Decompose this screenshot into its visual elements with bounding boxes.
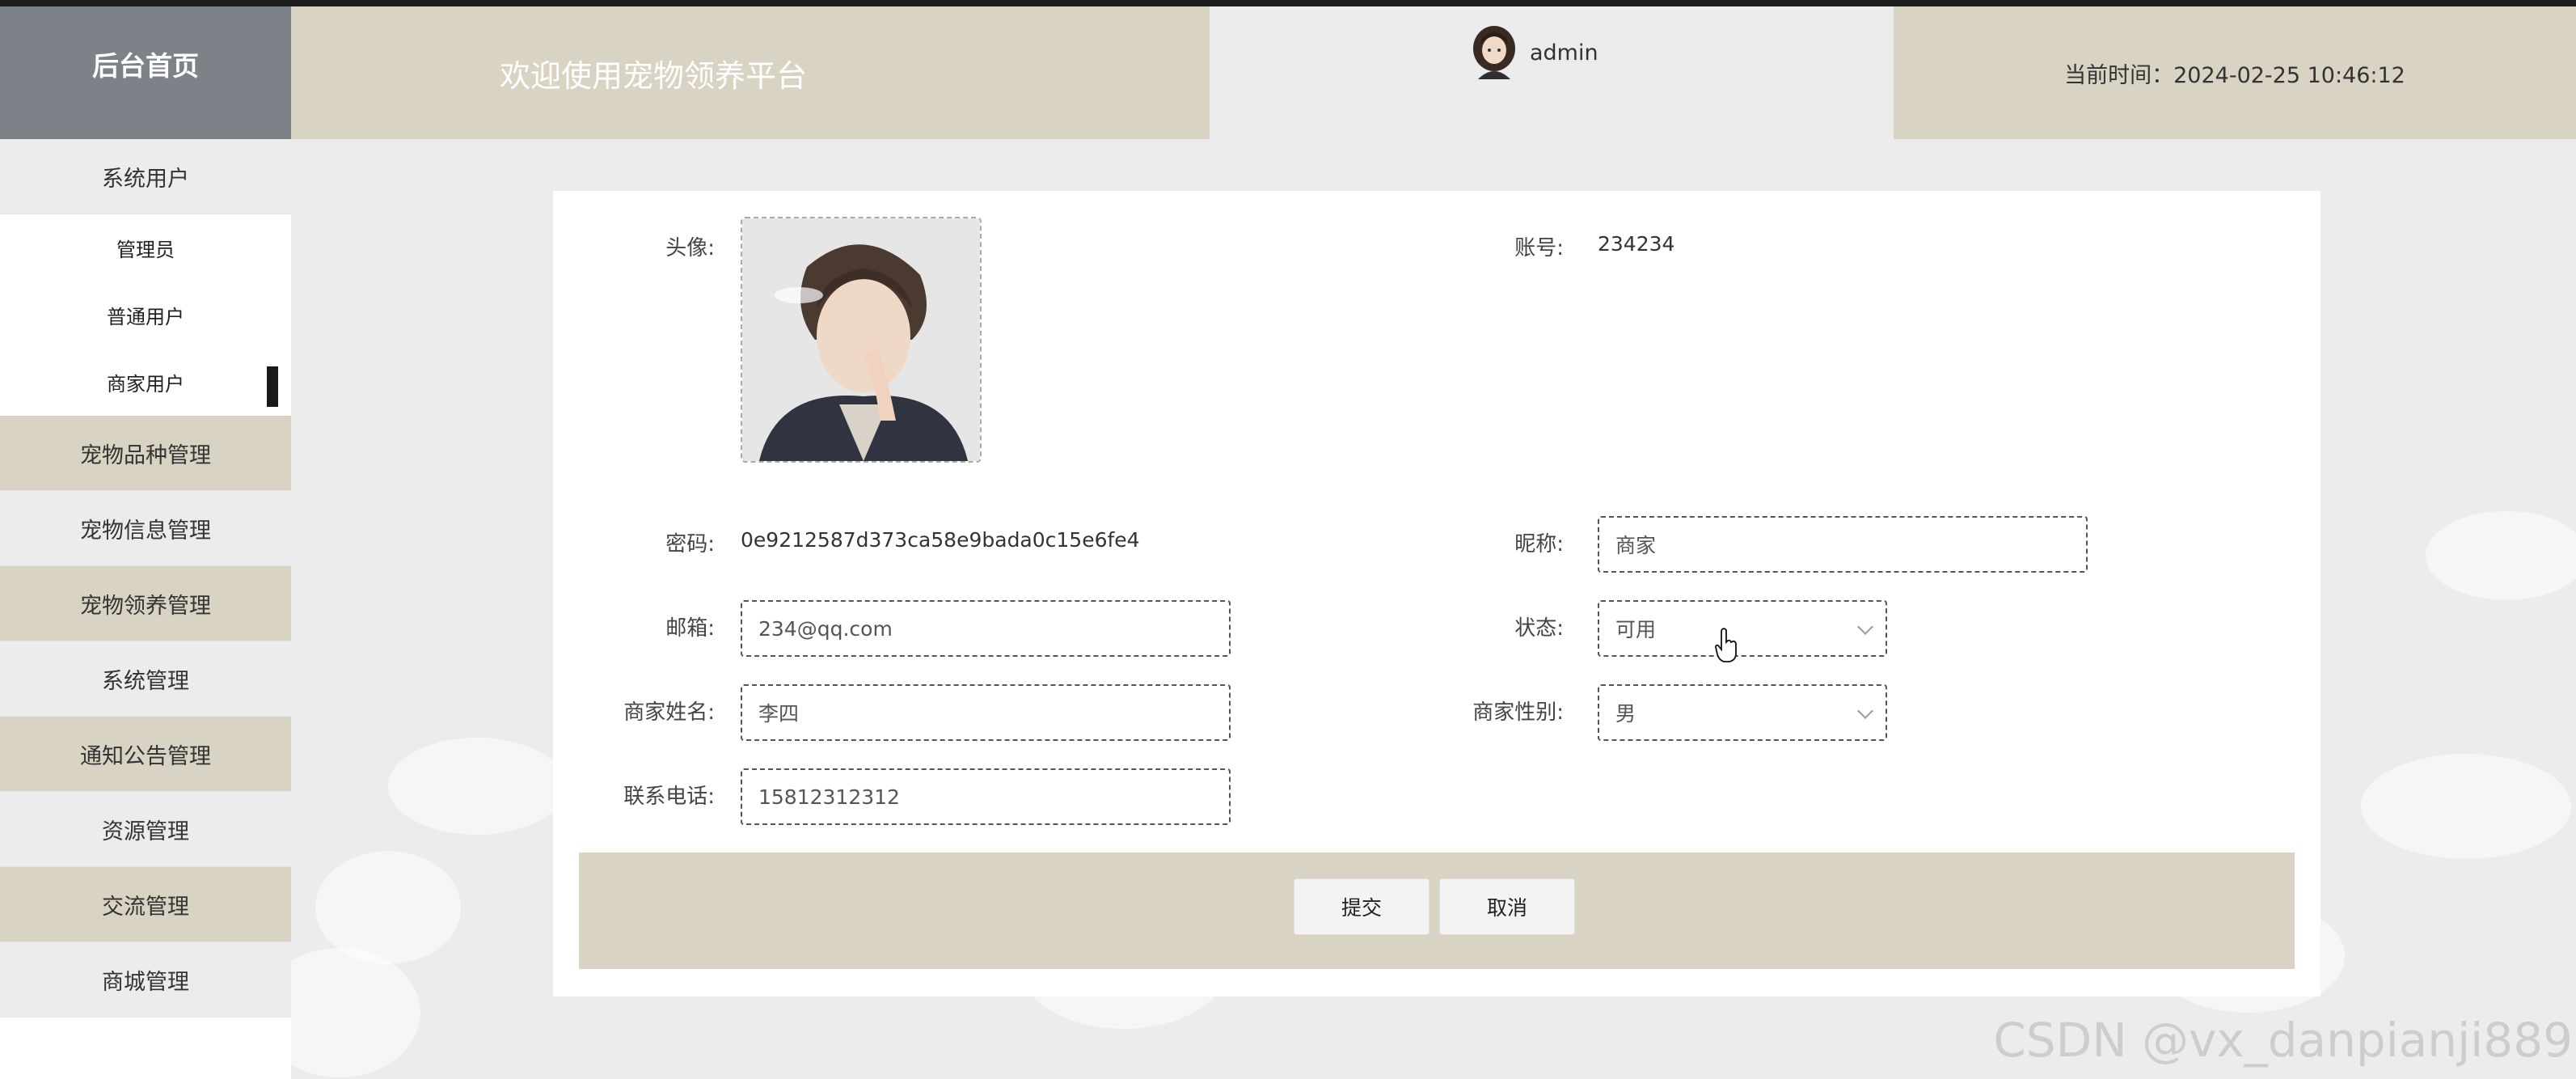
chevron-down-icon <box>1857 703 1873 719</box>
sidebar-item-mall[interactable]: 商城管理 <box>0 942 291 1018</box>
email-label: 邮箱: <box>665 616 715 641</box>
gender-label: 商家性别: <box>1472 700 1564 725</box>
sidebar-item-pet-adoption[interactable]: 宠物领养管理 <box>0 566 291 641</box>
account-label: 账号: <box>1514 236 1564 260</box>
merchant-name-input[interactable]: 李四 <box>741 684 1231 741</box>
sidebar-sub-merchant-user[interactable]: 商家用户 <box>0 349 291 416</box>
cancel-button[interactable]: 取消 <box>1439 878 1575 935</box>
gender-selected-value: 男 <box>1615 702 1636 726</box>
form-footer: 提交 取消 <box>579 853 2295 969</box>
sidebar-item-resource[interactable]: 资源管理 <box>0 792 291 867</box>
brand-home-link[interactable]: 后台首页 <box>0 6 291 139</box>
phone-label: 联系电话: <box>623 785 715 809</box>
sidebar-item-notice[interactable]: 通知公告管理 <box>0 717 291 792</box>
password-label: 密码: <box>665 532 715 556</box>
account-value: 234234 <box>1598 232 1675 256</box>
user-area[interactable]: admin <box>1210 6 1894 139</box>
status-select[interactable]: 可用 <box>1598 600 1887 657</box>
bg-bubble <box>388 738 566 835</box>
bg-bubble <box>291 948 420 1077</box>
merchant-name-label: 商家姓名: <box>623 700 715 725</box>
merchant-edit-form: 头像: 账号: 234234 密码: 0e9212587d373ca58e9ba… <box>553 191 2321 996</box>
user-avatar-icon[interactable] <box>1470 24 1518 79</box>
hand-cursor-icon <box>1715 628 1737 662</box>
sidebar: 系统用户 管理员 普通用户 商家用户 宠物品种管理 宠物信息管理 宠物领养管理 … <box>0 139 291 1079</box>
avatar-upload[interactable] <box>741 217 982 463</box>
sidebar-item-forum[interactable]: 交流管理 <box>0 867 291 942</box>
bg-bubble <box>2361 754 2571 859</box>
chevron-down-icon <box>1857 619 1873 635</box>
avatar-image <box>742 218 980 461</box>
sidebar-item-pet-breed[interactable]: 宠物品种管理 <box>0 416 291 491</box>
bg-bubble <box>2426 511 2576 600</box>
bg-bubble <box>315 851 461 964</box>
status-label: 状态: <box>1514 616 1564 641</box>
gender-select[interactable]: 男 <box>1598 684 1887 741</box>
welcome-title: 欢迎使用宠物领养平台 <box>291 6 1210 139</box>
sidebar-group-system-users[interactable]: 系统用户 <box>0 139 291 214</box>
current-time: 当前时间：2024-02-25 10:46:12 <box>1894 6 2576 139</box>
email-input[interactable]: 234@qq.com <box>741 600 1231 657</box>
nickname-label: 昵称: <box>1514 532 1564 556</box>
password-value: 0e9212587d373ca58e9bada0c15e6fe4 <box>741 528 1140 552</box>
status-selected-value: 可用 <box>1615 618 1657 641</box>
sidebar-sub-admin[interactable]: 管理员 <box>0 214 291 281</box>
phone-input[interactable]: 15812312312 <box>741 768 1231 825</box>
nickname-input[interactable]: 商家 <box>1598 516 2088 573</box>
active-marker <box>267 366 278 407</box>
sidebar-sub-label: 商家用户 <box>107 373 184 396</box>
sidebar-sub-normal-user[interactable]: 普通用户 <box>0 281 291 349</box>
watermark: CSDN @vx_danpianji889 <box>1993 1013 2573 1068</box>
top-strip <box>0 0 2576 6</box>
sidebar-item-pet-info[interactable]: 宠物信息管理 <box>0 491 291 566</box>
submit-button[interactable]: 提交 <box>1294 878 1429 935</box>
username[interactable]: admin <box>1530 40 1598 66</box>
avatar-label: 头像: <box>665 236 715 260</box>
sidebar-item-system[interactable]: 系统管理 <box>0 641 291 717</box>
